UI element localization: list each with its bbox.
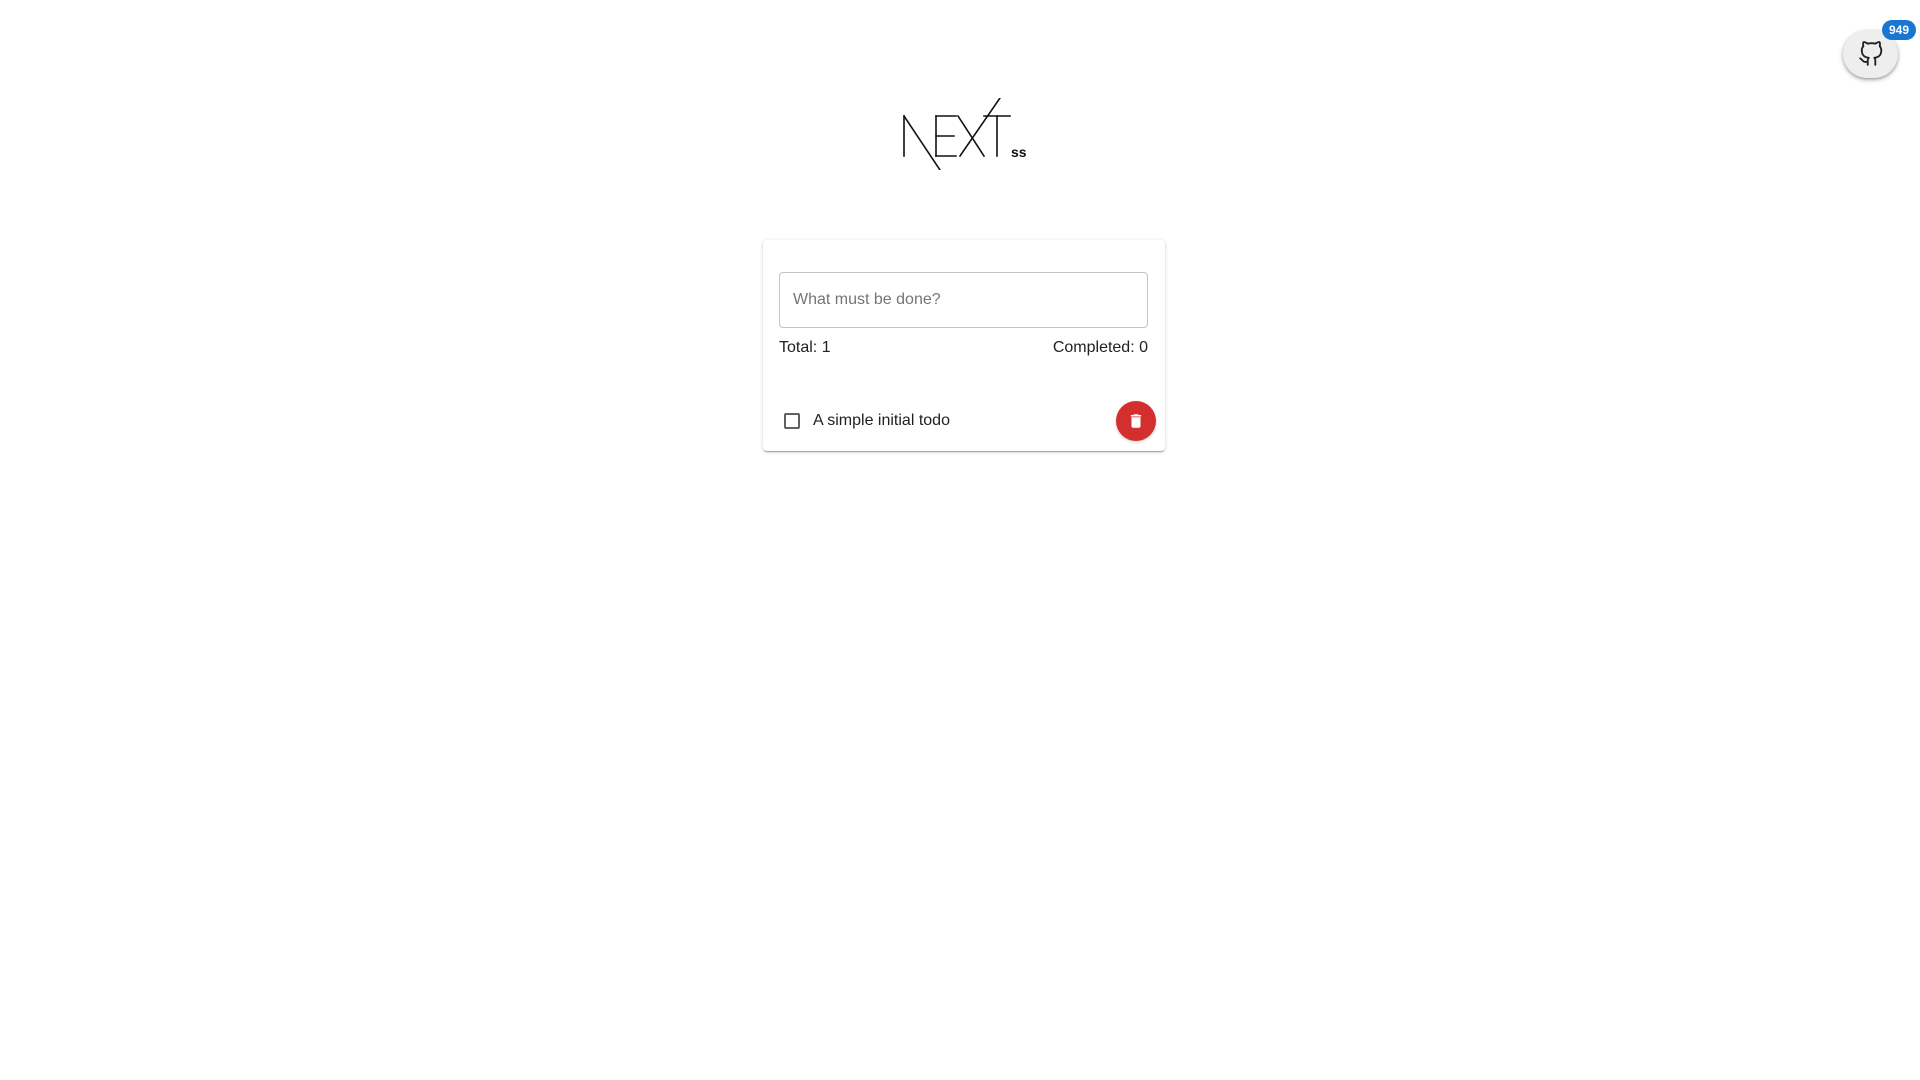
todo-card: Total: 1 Completed: 0 A simple initial t… [763, 240, 1165, 451]
delete-todo-button[interactable] [1116, 401, 1156, 441]
total-count: Total: 1 [779, 339, 831, 356]
trash-icon [1130, 414, 1142, 428]
nextss-logo: ss [902, 98, 1027, 170]
new-todo-input[interactable] [779, 272, 1148, 328]
todo-checkbox[interactable] [784, 413, 800, 429]
completed-count: Completed: 0 [1052, 339, 1148, 356]
github-icon [1858, 41, 1882, 66]
github-star-badge: 949 [1882, 20, 1916, 40]
page: ss Total: 1 Completed: 0 A simple initia… [0, 0, 1920, 1080]
svg-text:ss: ss [1011, 144, 1027, 160]
todo-stats: Total: 1 Completed: 0 [779, 338, 1148, 358]
todo-label: A simple initial todo [813, 412, 950, 429]
todo-item: A simple initial todo [779, 400, 1164, 442]
